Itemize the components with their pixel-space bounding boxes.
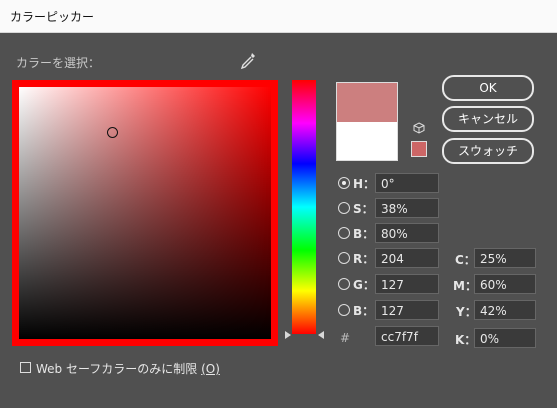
- swatches-button[interactable]: スウォッチ: [442, 138, 534, 164]
- color-cursor[interactable]: [107, 127, 118, 138]
- web-safe-only-text: Web セーフカラーのみに制限: [36, 362, 198, 376]
- radio-brightness[interactable]: [338, 227, 350, 239]
- blue-field[interactable]: 127: [375, 300, 439, 320]
- window-title: カラーピッカー: [10, 10, 95, 24]
- web-safe-only-shortcut: (O): [201, 362, 220, 376]
- hue-slider[interactable]: [292, 80, 316, 334]
- radio-hue[interactable]: [338, 177, 350, 189]
- red-label: R：: [353, 252, 375, 266]
- hue-slider-right-handle[interactable]: [318, 331, 324, 339]
- magenta-field[interactable]: 60%: [474, 274, 536, 294]
- web-safe-only-label[interactable]: Web セーフカラーのみに制限 (O): [36, 360, 220, 377]
- hue-label: H：: [353, 177, 376, 191]
- eyedropper-icon[interactable]: [240, 52, 256, 70]
- red-field[interactable]: 204: [375, 248, 439, 268]
- select-color-label: カラーを選択：: [16, 56, 101, 70]
- yellow-field[interactable]: 42%: [474, 300, 536, 320]
- title-bar[interactable]: カラーピッカー: [0, 0, 557, 33]
- cyan-field[interactable]: 25%: [474, 248, 536, 268]
- web-safe-only-checkbox[interactable]: [20, 362, 31, 373]
- radio-red[interactable]: [338, 252, 350, 264]
- web-safe-color-swatch[interactable]: [411, 141, 427, 157]
- current-color-swatch[interactable]: [336, 122, 398, 161]
- hex-label: #: [340, 331, 351, 345]
- color-gradient-area[interactable]: [19, 87, 271, 339]
- cyan-label: C：: [455, 253, 476, 267]
- radio-blue[interactable]: [338, 304, 350, 316]
- black-field[interactable]: 0%: [474, 328, 536, 348]
- saturation-label: S：: [353, 202, 374, 216]
- green-field[interactable]: 127: [375, 274, 439, 294]
- green-label: G：: [353, 278, 375, 292]
- new-color-swatch: [336, 82, 398, 123]
- color-picker-dialog: カラーピッカー カラーを選択： OK キャンセル スウォッチ H： 0° S： …: [0, 0, 557, 408]
- saturation-field[interactable]: 38%: [375, 198, 439, 218]
- ok-button[interactable]: OK: [442, 75, 534, 101]
- cancel-button[interactable]: キャンセル: [442, 106, 534, 132]
- brightness-field[interactable]: 80%: [375, 223, 439, 243]
- brightness-label: B：: [353, 227, 375, 241]
- radio-green[interactable]: [338, 278, 350, 290]
- hex-field[interactable]: cc7f7f: [375, 326, 439, 346]
- blue-label: B：: [353, 304, 375, 318]
- hue-field[interactable]: 0°: [375, 173, 439, 193]
- hue-slider-left-handle[interactable]: [285, 331, 291, 339]
- radio-saturation[interactable]: [338, 202, 350, 214]
- web-safe-cube-icon[interactable]: [413, 122, 425, 134]
- saturation-brightness-field[interactable]: [12, 80, 278, 346]
